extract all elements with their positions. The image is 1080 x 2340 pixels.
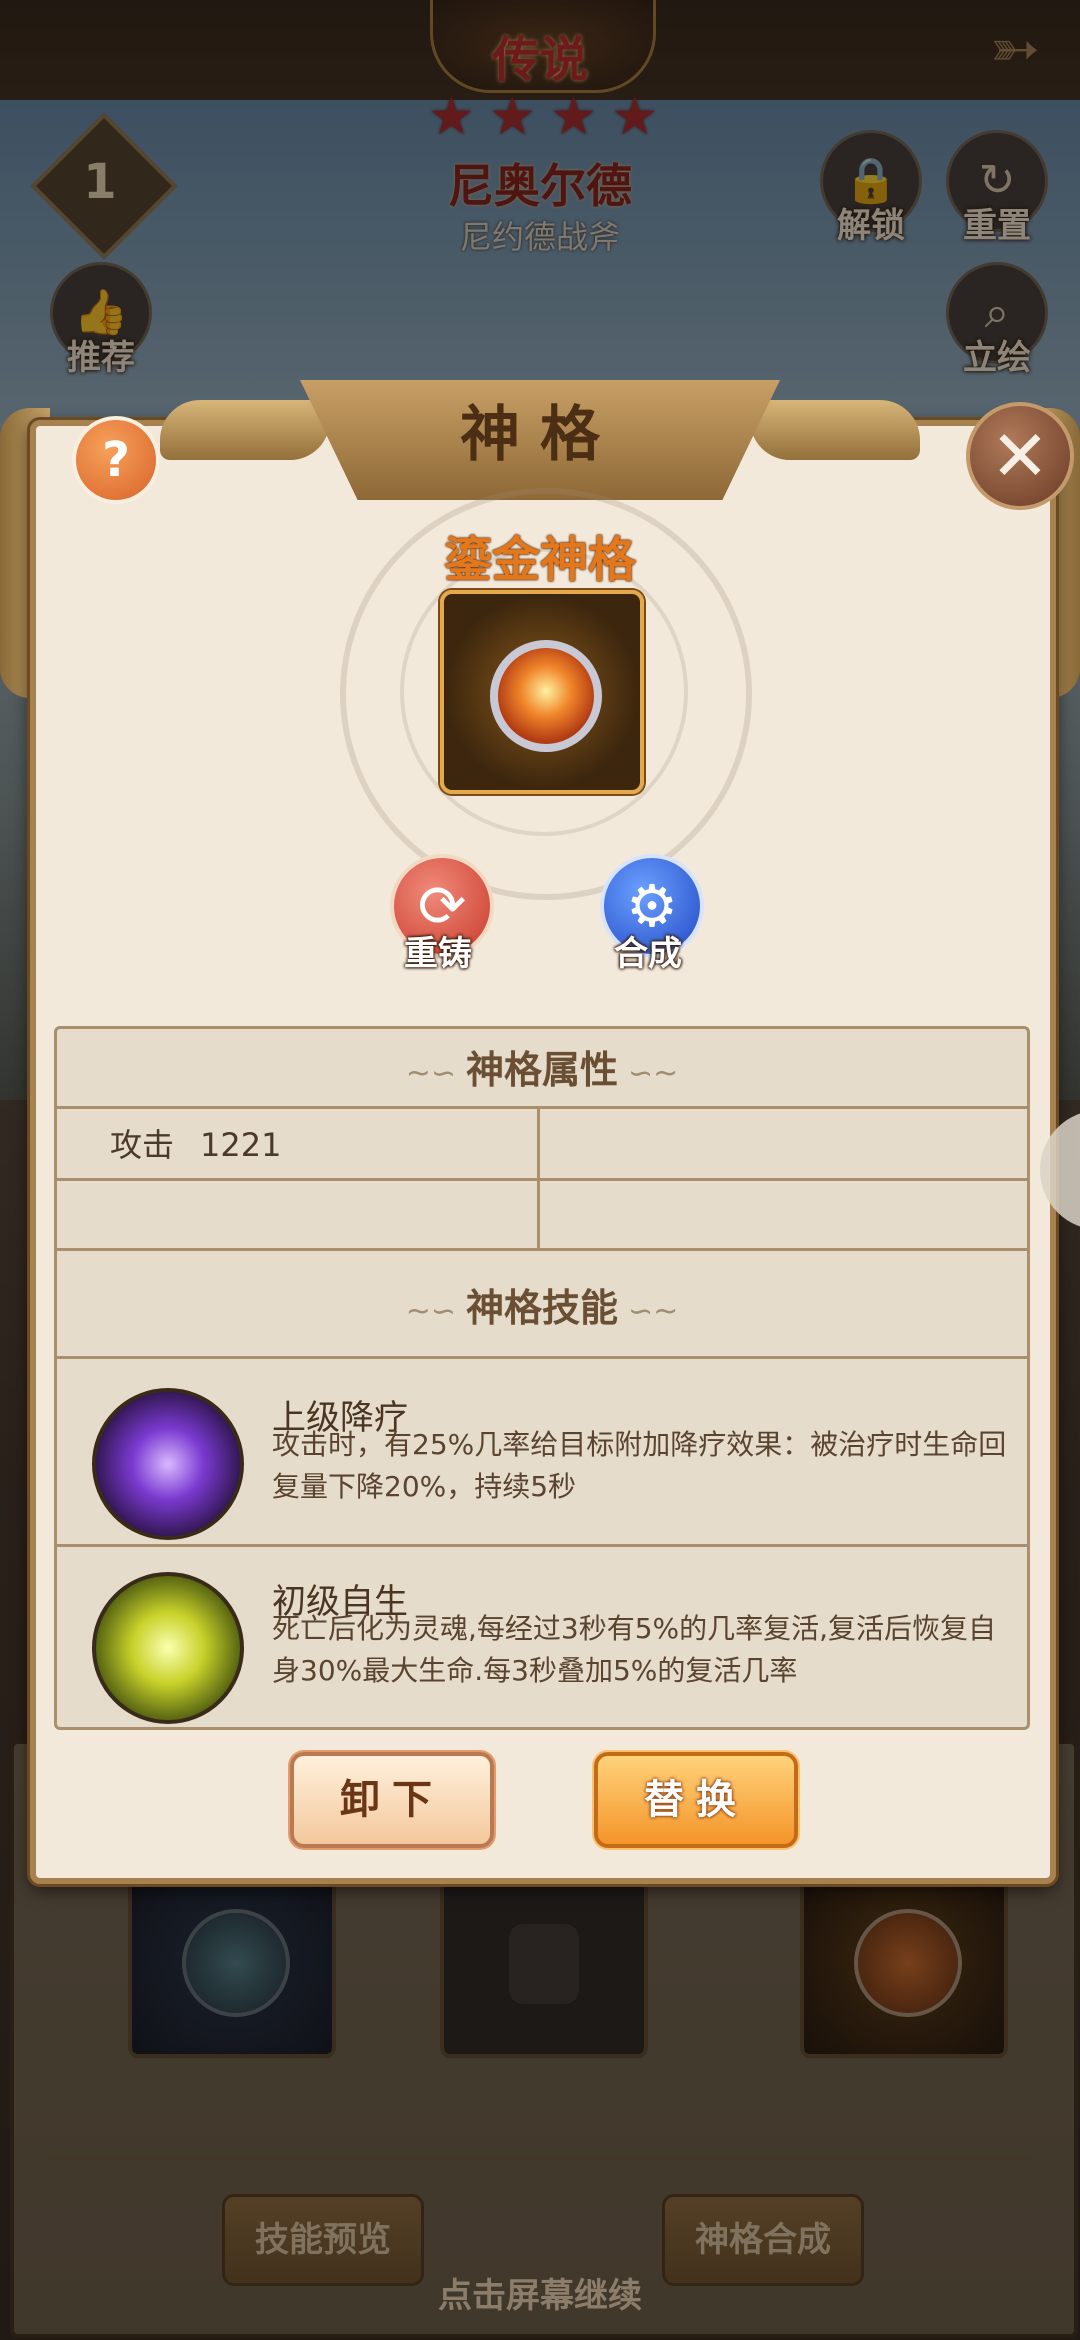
dialog-title: 神格 <box>460 400 620 470</box>
skill-section-label: 神格技能 <box>465 1286 618 1330</box>
ornament-icon: ∽~ <box>628 1056 679 1091</box>
table-divider <box>54 1248 1030 1251</box>
table-divider <box>54 1178 1030 1181</box>
table-divider <box>54 1106 1030 1109</box>
ornament-icon: ∽~ <box>628 1294 679 1329</box>
tap-to-continue[interactable]: 点击屏幕继续 <box>340 2268 740 2317</box>
skill-icon-self-revive <box>92 1572 244 1724</box>
reforge-label[interactable]: 重铸 <box>368 926 508 975</box>
attribute-attack: 攻击 1221 <box>110 1110 530 1180</box>
help-button[interactable]: ? <box>72 416 160 504</box>
phoenix-gem-icon <box>490 640 602 752</box>
ornament-icon: ~∽ <box>405 1056 456 1091</box>
skill-description: 攻击时，有25%几率给目标附加降疗效果：被治疗时生命回复量下降20%，持续5秒 <box>272 1428 1007 1503</box>
table-divider <box>54 1356 1030 1359</box>
table-divider <box>54 1544 1030 1547</box>
attribute-value: 1221 <box>200 1126 282 1164</box>
divinity-name: 鎏金神格 <box>443 532 636 588</box>
skill-icon-heal-reduction <box>92 1388 244 1540</box>
unequip-button[interactable]: 卸下 <box>290 1752 494 1848</box>
attr-section-title: ~∽ 神格属性 ∽~ <box>54 1030 1030 1110</box>
attribute-label: 攻击 <box>110 1126 175 1164</box>
skill-description: 死亡后化为灵魂,每经过3秒有5%的几率复活,复活后恢复自身30%最大生命.每3秒… <box>272 1612 997 1687</box>
replace-button[interactable]: 替换 <box>594 1752 798 1848</box>
close-button[interactable]: ✕ <box>966 402 1074 510</box>
combine-label[interactable]: 合成 <box>578 926 718 975</box>
ornament-icon: ~∽ <box>405 1294 456 1329</box>
skill-section-title: ~∽ 神格技能 ∽~ <box>54 1268 1030 1348</box>
attr-section-label: 神格属性 <box>465 1048 618 1092</box>
